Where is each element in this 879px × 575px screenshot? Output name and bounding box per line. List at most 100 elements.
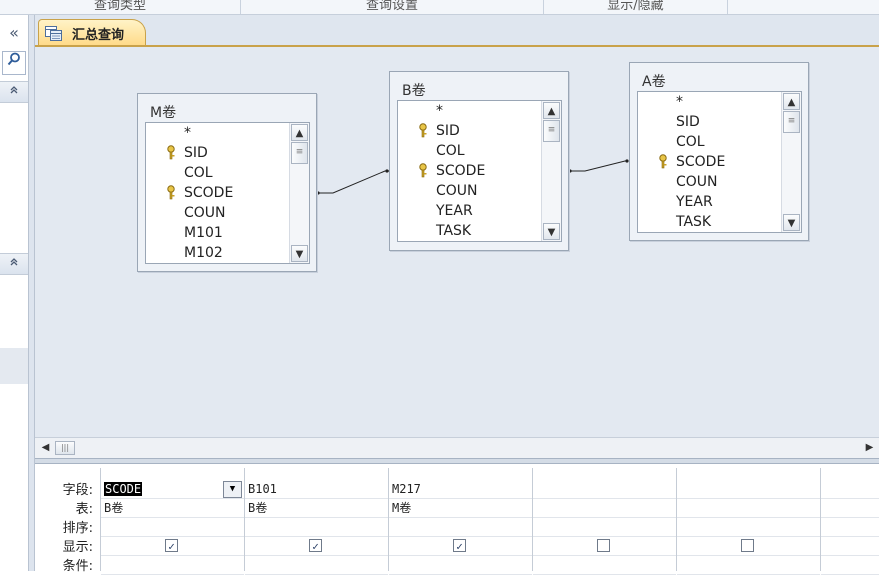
- field-list-box: * SID COL SCODE COUN YEAR TASK ▲ ≡ ▼: [397, 100, 562, 242]
- field-cell[interactable]: SCODE ▼: [101, 480, 244, 499]
- sort-cell[interactable]: [533, 518, 676, 537]
- field-list-scrollbar[interactable]: ▲ ≡ ▼: [289, 123, 309, 263]
- grid-column[interactable]: M217 M卷 ✓: [389, 468, 533, 575]
- field-list-m-table[interactable]: M卷 * SID COL SCODE COUN M101 M102 ▲ ≡ ▼: [137, 93, 317, 272]
- primary-key-icon: [659, 154, 667, 169]
- field-item[interactable]: TASK: [638, 212, 801, 232]
- field-item[interactable]: M101: [146, 223, 309, 243]
- sort-cell[interactable]: [101, 518, 244, 537]
- field-item[interactable]: SCODE: [146, 183, 309, 203]
- show-cell[interactable]: [677, 537, 820, 556]
- table-cell[interactable]: B卷: [101, 499, 244, 518]
- criteria-cell[interactable]: [821, 556, 879, 575]
- field-item[interactable]: COUN: [638, 172, 801, 192]
- field-cell[interactable]: [821, 480, 879, 499]
- field-item[interactable]: SID: [398, 121, 561, 141]
- show-checkbox[interactable]: ✓: [165, 539, 178, 553]
- field-item[interactable]: COL: [638, 132, 801, 152]
- grid-column[interactable]: [533, 468, 677, 575]
- field-item[interactable]: *: [638, 92, 801, 112]
- field-item[interactable]: COL: [146, 163, 309, 183]
- search-icon[interactable]: [2, 51, 26, 75]
- scroll-up-icon[interactable]: ▲: [291, 124, 308, 141]
- table-cell[interactable]: [533, 499, 676, 518]
- sort-cell[interactable]: [389, 518, 532, 537]
- row-label-criteria: 条件:: [62, 559, 93, 574]
- scroll-up-icon[interactable]: ▲: [783, 93, 800, 110]
- criteria-cell[interactable]: [677, 556, 820, 575]
- field-item[interactable]: M102: [146, 243, 309, 263]
- scroll-down-icon[interactable]: ▼: [543, 223, 560, 240]
- field-item[interactable]: COUN: [146, 203, 309, 223]
- field-list-title: B卷: [402, 83, 426, 99]
- scroll-thumb[interactable]: |||: [55, 441, 75, 455]
- scroll-thumb[interactable]: ≡: [783, 111, 800, 133]
- nav-section-toggle-icon-2[interactable]: [0, 253, 28, 275]
- join-line-b-a[interactable]: [568, 160, 628, 172]
- sort-cell[interactable]: [245, 518, 388, 537]
- table-cell[interactable]: [677, 499, 820, 518]
- field-item[interactable]: COUN: [398, 181, 561, 201]
- field-cell[interactable]: [533, 480, 676, 499]
- scroll-thumb[interactable]: ≡: [543, 120, 560, 142]
- criteria-cell[interactable]: [245, 556, 388, 575]
- nav-selected-item[interactable]: [0, 348, 28, 384]
- show-cell[interactable]: ✓: [389, 537, 532, 556]
- collapse-nav-icon[interactable]: «: [0, 20, 28, 46]
- grid-column[interactable]: [677, 468, 821, 575]
- field-item[interactable]: *: [398, 101, 561, 121]
- grid-column[interactable]: B101 B卷 ✓: [245, 468, 389, 575]
- field-item[interactable]: SID: [638, 112, 801, 132]
- criteria-cell[interactable]: [101, 556, 244, 575]
- show-cell[interactable]: ✓: [245, 537, 388, 556]
- field-item[interactable]: COL: [398, 141, 561, 161]
- field-list-scrollbar[interactable]: ▲ ≡ ▼: [541, 101, 561, 241]
- show-cell[interactable]: [821, 537, 879, 556]
- criteria-cell[interactable]: [533, 556, 676, 575]
- grid-columns: SCODE ▼ B卷 ✓ B101 B卷 ✓ M217 M卷 ✓: [100, 468, 879, 575]
- nav-section-toggle-icon[interactable]: [0, 81, 28, 103]
- field-list-a-table[interactable]: A卷 * SID COL SCODE COUN YEAR TASK ▲ ≡ ▼: [629, 62, 809, 241]
- field-item[interactable]: TASK: [398, 221, 561, 241]
- show-cell[interactable]: [533, 537, 676, 556]
- table-cell[interactable]: M卷: [389, 499, 532, 518]
- show-cell[interactable]: ✓: [101, 537, 244, 556]
- dropdown-arrow-icon[interactable]: ▼: [223, 481, 242, 498]
- table-cell[interactable]: B卷: [245, 499, 388, 518]
- table-cell[interactable]: [821, 499, 879, 518]
- field-cell[interactable]: M217: [389, 480, 532, 499]
- show-checkbox[interactable]: ✓: [453, 539, 466, 553]
- show-checkbox[interactable]: [741, 539, 754, 552]
- field-item[interactable]: SID: [146, 143, 309, 163]
- table-design-surface[interactable]: M卷 * SID COL SCODE COUN M101 M102 ▲ ≡ ▼ …: [35, 47, 879, 451]
- scroll-right-icon[interactable]: ▶: [862, 440, 877, 456]
- field-item[interactable]: SCODE: [398, 161, 561, 181]
- grid-column[interactable]: [821, 468, 879, 575]
- scroll-down-icon[interactable]: ▼: [783, 214, 800, 231]
- join-line-m-b[interactable]: [316, 170, 389, 194]
- field-list-scrollbar[interactable]: ▲ ≡ ▼: [781, 92, 801, 232]
- field-item[interactable]: SCODE: [638, 152, 801, 172]
- ribbon-group-labels: 查询类型 查询设置 显示/隐藏: [0, 0, 879, 15]
- sort-cell[interactable]: [677, 518, 820, 537]
- scroll-up-icon[interactable]: ▲: [543, 102, 560, 119]
- grid-row-labels: 字段: 表: 排序: 显示: 条件:: [35, 464, 99, 574]
- field-item[interactable]: YEAR: [398, 201, 561, 221]
- document-tab-bar: 汇总查询: [35, 15, 879, 47]
- field-item[interactable]: *: [146, 123, 309, 143]
- scroll-down-icon[interactable]: ▼: [291, 245, 308, 262]
- criteria-cell[interactable]: [389, 556, 532, 575]
- field-cell[interactable]: [677, 480, 820, 499]
- field-item[interactable]: YEAR: [638, 192, 801, 212]
- design-horizontal-scrollbar[interactable]: ◀ ||| ▶: [35, 437, 879, 458]
- sort-cell[interactable]: [821, 518, 879, 537]
- show-checkbox[interactable]: [597, 539, 610, 552]
- field-cell[interactable]: B101: [245, 480, 388, 499]
- show-checkbox[interactable]: ✓: [309, 539, 322, 553]
- grid-column[interactable]: SCODE ▼ B卷 ✓: [101, 468, 245, 575]
- tab-summary-query[interactable]: 汇总查询: [38, 19, 146, 47]
- scroll-left-icon[interactable]: ◀: [38, 440, 53, 456]
- field-list-b-table[interactable]: B卷 * SID COL SCODE COUN YEAR TASK ▲ ≡ ▼: [389, 71, 569, 251]
- ribbon-group-show-hide: 显示/隐藏: [544, 0, 728, 14]
- scroll-thumb[interactable]: ≡: [291, 142, 308, 164]
